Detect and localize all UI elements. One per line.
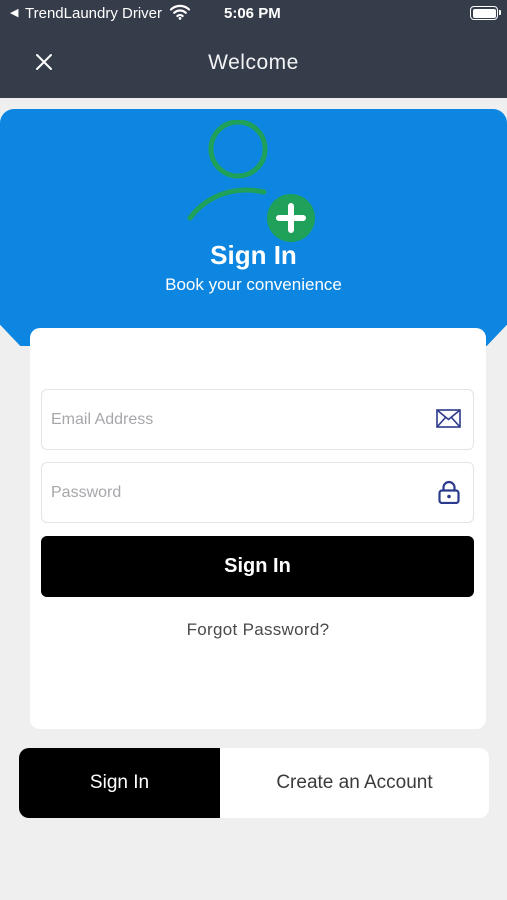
status-app-name[interactable]: TrendLaundry Driver bbox=[25, 5, 162, 22]
hero-title: Sign In bbox=[210, 240, 297, 270]
forgot-password-link[interactable]: Forgot Password? bbox=[30, 620, 486, 640]
status-time: 5:06 PM bbox=[224, 5, 281, 22]
sign-in-card: Sign In Forgot Password? bbox=[30, 328, 486, 729]
back-to-app-icon[interactable]: ◀ bbox=[10, 6, 18, 19]
email-field[interactable] bbox=[42, 390, 473, 449]
add-user-icon bbox=[187, 120, 315, 242]
password-field-container bbox=[41, 462, 474, 523]
battery-icon bbox=[470, 6, 501, 20]
auth-tab-switcher: Sign In Create an Account bbox=[19, 748, 489, 818]
tab-sign-in[interactable]: Sign In bbox=[19, 748, 220, 818]
email-field-container bbox=[41, 389, 474, 450]
wifi-icon bbox=[169, 4, 191, 24]
hero-subtitle: Book your convenience bbox=[165, 275, 342, 294]
status-bar: ◀ TrendLaundry Driver 5:06 PM bbox=[0, 0, 507, 30]
password-field[interactable] bbox=[42, 463, 473, 522]
sign-in-button[interactable]: Sign In bbox=[41, 536, 474, 597]
navigation-bar: Welcome bbox=[0, 30, 507, 98]
envelope-icon bbox=[436, 409, 461, 428]
tab-create-account[interactable]: Create an Account bbox=[220, 748, 489, 818]
page-title: Welcome bbox=[208, 51, 299, 74]
lock-icon bbox=[438, 480, 460, 504]
